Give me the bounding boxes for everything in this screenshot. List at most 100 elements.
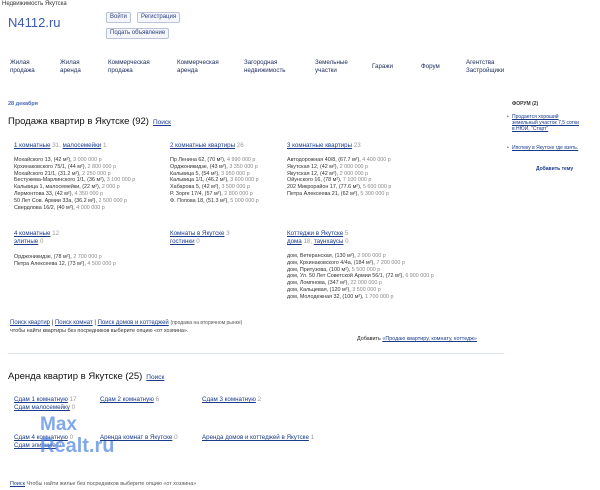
sale-search-links: Поиск квартир | Поиск комнат | Поиск дом… xyxy=(10,320,243,326)
site-tagline: Недвижимость Якутска xyxy=(2,1,67,7)
list-item[interactable]: Автодорожная 40/8, (67.7 м²), 4 400 000 … xyxy=(287,157,391,164)
category-count: 0 xyxy=(345,238,349,245)
list-item[interactable]: 50 Лет Сов. Армии 33а, (36.2 м²), 2 500 … xyxy=(14,198,135,205)
category-4-room-link[interactable]: 4 комнатные xyxy=(14,230,51,237)
category-count: 1 xyxy=(102,142,107,149)
rent-houses-link[interactable]: Аренда домов и коттеджей в Якутске xyxy=(202,434,309,441)
category-townhouses-link[interactable]: таунхаусы xyxy=(314,238,344,245)
rent-2-room-link[interactable]: Сдам 2 комнатную xyxy=(100,396,154,403)
category-3-room-link[interactable]: 3 комнатные квартиры xyxy=(287,142,352,149)
list-item[interactable]: Р. Зорге 17/4, (57 м²), 2 800 000 р xyxy=(170,191,259,198)
category-count: 5 xyxy=(344,230,349,237)
category-rooms: Комнаты в Якутске 3 гостинки 0 xyxy=(170,230,230,246)
category-3-room: 3 комнатные квартиры 23 xyxy=(287,142,361,150)
add-listing-link[interactable]: «Продаю квартиру, комнату, коттедж» xyxy=(382,336,477,342)
category-2-room-link[interactable]: 2 комнатные квартиры xyxy=(170,142,235,149)
rent-1-room-link[interactable]: Сдам 1 комнатную xyxy=(14,396,68,403)
list-item[interactable]: 202 Микрорайон 17, (77.6 м²), 5 600 000 … xyxy=(287,184,391,191)
category-cottages-link[interactable]: Коттеджи в Якутске xyxy=(287,230,343,237)
category-elite-link[interactable]: элитные xyxy=(14,238,38,245)
forum-sidebar-title: ФОРУМ (2) xyxy=(512,101,539,107)
category-1-room: 1 комнатные 31, малосемейки 1 xyxy=(14,142,106,150)
list-item[interactable]: Кальвица 1, малосемейки, (22 м²), 2 000 … xyxy=(14,184,135,191)
list-item[interactable]: Орджоникидзе, (78 м²), 2 700 000 р xyxy=(14,254,116,261)
category-houses-link[interactable]: дома xyxy=(287,238,302,245)
nav-residential-sale[interactable]: Жилая продажа xyxy=(10,59,35,75)
section-divider xyxy=(8,353,504,354)
category-count: 3 xyxy=(226,230,230,237)
maxrealt-watermark: Max Realt.ru xyxy=(40,414,115,458)
category-1-room-link[interactable]: 1 комнатные xyxy=(14,142,51,149)
rent-section-title: Аренда квартир в Якутске (25) Поиск xyxy=(8,371,165,382)
rent-1-room: Сдам 1 комнатную 17 Сдам малосемейку 0 xyxy=(14,396,76,412)
category-count: 17 xyxy=(69,396,77,403)
search-note: (продажа на вторичном рынке) xyxy=(170,320,243,326)
nav-commercial-sale[interactable]: Коммерческая продажа xyxy=(108,59,150,75)
rent-small-family-link[interactable]: Сдам малосемейку xyxy=(14,404,70,411)
listing-1-room: Мохайского 13, (42 м²), 3 000 000 р Крхи… xyxy=(14,157,135,211)
category-count: 18, xyxy=(303,238,313,245)
rent-bottom-hint: Поиск Чтобы найти жилье без посредников … xyxy=(10,480,196,488)
search-rooms-link[interactable]: Поиск комнат xyxy=(55,320,93,326)
rent-houses: Аренда домов и коттеджей в Якутске 1 xyxy=(202,434,314,442)
forum-topic-link[interactable]: Продается хороший земельный участок 7,5 … xyxy=(507,114,582,132)
register-button[interactable]: Регистрация xyxy=(137,12,181,23)
rent-bottom-search-link[interactable]: Поиск xyxy=(10,481,25,487)
search-houses-link[interactable]: Поиск домов и коттеджей xyxy=(98,320,169,326)
list-item[interactable]: Якутская 12, (42 м²), 2 000 000 р xyxy=(287,164,391,171)
list-item[interactable]: дом, Крхинаковского 4/4а, (184 м²), 7 20… xyxy=(287,260,434,267)
category-count: 1 xyxy=(310,434,315,441)
list-item[interactable]: дом, Ул. 50 Лет Советской Армии 56/1, (7… xyxy=(287,273,434,280)
category-count: 26 xyxy=(236,142,244,149)
watermark-line: Max xyxy=(40,414,77,435)
rent-search-link[interactable]: Поиск xyxy=(146,374,164,381)
search-apartments-link[interactable]: Поиск квартир xyxy=(10,320,50,326)
category-count: 2 xyxy=(257,396,262,403)
nav-land-plots[interactable]: Земельные участки xyxy=(315,59,348,75)
site-logo[interactable]: N4112.ru xyxy=(8,15,61,30)
list-item[interactable]: Петра Алексеева 21, (62 м²), 5 300 000 р xyxy=(287,191,391,198)
list-item[interactable]: Мохайского 21/1, (31.2 м²), 2 250 000 р xyxy=(14,171,135,178)
nav-agencies[interactable]: Агентства Застройщики xyxy=(466,59,504,75)
nav-garages[interactable]: Гаражи xyxy=(372,63,393,71)
list-item[interactable]: Крхинаковского 75/1, (44 м²), 2 800 000 … xyxy=(14,164,135,171)
listing-3-room: Автодорожная 40/8, (67.7 м²), 4 400 000 … xyxy=(287,157,391,198)
category-count: 0 xyxy=(174,434,178,441)
sale-search-link[interactable]: Поиск xyxy=(153,119,171,126)
nav-residential-rent[interactable]: Жилая аренда xyxy=(60,59,81,75)
nav-country-property[interactable]: Загородная недвижимость xyxy=(244,59,286,75)
list-item[interactable]: Лермонтова 33, (42 м²), 4 350 000 р xyxy=(14,191,135,198)
rent-3-room-link[interactable]: Сдам 3 комнатную xyxy=(202,396,256,403)
listing-2-room: Пр Ленина 62, (70 м²), 4 990 000 р Орджо… xyxy=(170,157,259,205)
current-date: 28 декабря xyxy=(8,101,38,107)
category-2-room: 2 комнатные квартиры 26 xyxy=(170,142,244,150)
list-item[interactable]: Хабарова 5, (42 м²), 3 500 000 р xyxy=(170,184,259,191)
sale-section-title: Продажа квартир в Якутске (92) Поиск xyxy=(8,116,171,127)
nav-commercial-rent[interactable]: Коммерческая аренда xyxy=(177,59,219,75)
list-item[interactable]: дом, Кальцевая, (120 м²), 3 500 000 р xyxy=(287,287,434,294)
list-item[interactable]: Кальвица 5, (54 м²), 3 950 000 р xyxy=(170,171,259,178)
list-item[interactable]: Орджоникидзе, (43 м²), 3 350 000 р xyxy=(170,164,259,171)
add-forum-topic-link[interactable]: Добавить тему xyxy=(536,166,573,172)
rent-bottom-note: Чтобы найти жилье без посредников выбери… xyxy=(26,481,197,487)
forum-topic-link[interactable]: Ипотеку в Якутске где взять. xyxy=(507,145,582,151)
list-item[interactable]: дом, Молодежная 32, (100 м²), 1 700 000 … xyxy=(287,294,434,301)
list-item[interactable]: Кальвица 1/1, (46.2 м²), 3 600 000 р xyxy=(170,177,259,184)
list-item[interactable]: дом, Ломпнова, (347 м²), 22 000 000 р xyxy=(287,280,434,287)
nav-forum[interactable]: Форум xyxy=(421,63,440,71)
list-item[interactable]: Петра Алексеева 12, (73 м²), 4 500 000 р xyxy=(14,261,116,268)
category-small-family-link[interactable]: малосемейки xyxy=(63,142,102,149)
category-count: 6 xyxy=(155,396,160,403)
login-button[interactable]: Войти xyxy=(106,12,131,23)
category-gostinki-link[interactable]: гостинки xyxy=(170,238,195,245)
post-ad-button[interactable]: Подать объявление xyxy=(106,28,170,39)
listing-4-room: Орджоникидзе, (78 м²), 2 700 000 р Петра… xyxy=(14,254,116,268)
sale-hint: чтобы найти квартиры без посредников выб… xyxy=(10,328,189,334)
list-item[interactable]: Свердлова 16/2, (40 м²), 4 000 000 р xyxy=(14,205,135,212)
list-item[interactable]: Пр Ленина 62, (70 м²), 4 990 000 р xyxy=(170,157,259,164)
list-item[interactable]: Мохайского 13, (42 м²), 3 000 000 р xyxy=(14,157,135,164)
list-item[interactable]: дом, Ветеранская, (130 м²), 2 900 000 р xyxy=(287,253,434,260)
watermark-line: Realt.ru xyxy=(40,435,115,457)
category-rooms-link[interactable]: Комнаты в Якутске xyxy=(170,230,224,237)
list-item[interactable]: Ф. Попова 18, (51.3 м²), 5 000 000 р xyxy=(170,198,259,205)
